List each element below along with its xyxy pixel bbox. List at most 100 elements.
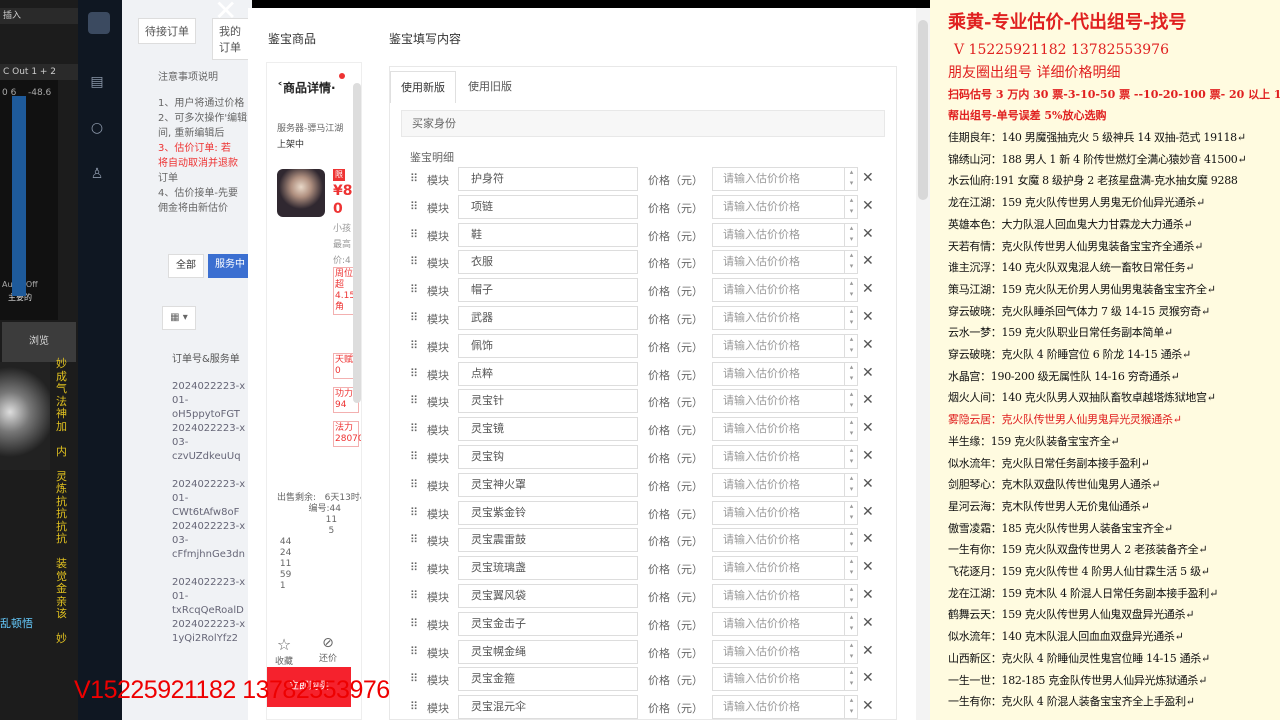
module-name-input[interactable]: 点粹 [458, 361, 638, 386]
price-input[interactable]: 请输入估价价格 [712, 667, 858, 692]
price-input[interactable]: 请输入估价价格 [712, 222, 858, 247]
price-stepper[interactable]: ▴ ▾ [844, 584, 858, 608]
tab-pending-orders[interactable]: 待接订单 [138, 18, 196, 44]
delete-icon[interactable]: ✕ [862, 253, 874, 269]
drag-handle-icon[interactable]: ⠿ [410, 367, 420, 381]
price-input[interactable]: 请输入估价价格 [712, 333, 858, 358]
delete-icon[interactable]: ✕ [862, 587, 874, 603]
drag-handle-icon[interactable]: ⠿ [410, 422, 420, 436]
module-name-input[interactable]: 灵宝镜 [458, 417, 638, 442]
price-stepper[interactable]: ▴ ▾ [844, 472, 858, 497]
delete-icon[interactable]: ✕ [862, 531, 874, 547]
price-stepper[interactable]: ▴ ▾ [844, 611, 858, 636]
buyer-identity-section[interactable]: 买家身份 [401, 110, 885, 137]
drag-handle-icon[interactable]: ⠿ [410, 617, 420, 631]
drag-handle-icon[interactable]: ⠿ [410, 394, 420, 408]
delete-icon[interactable]: ✕ [862, 420, 874, 436]
price-stepper[interactable]: ▴ ▾ [844, 167, 858, 191]
module-name-input[interactable]: 灵宝金击子 [458, 611, 638, 636]
price-input[interactable]: 请输入估价价格 [712, 500, 858, 525]
module-name-input[interactable]: 灵宝震雷鼓 [458, 528, 638, 553]
price-stepper[interactable]: ▴ ▾ [844, 445, 858, 469]
card-scrollbar[interactable] [353, 83, 361, 403]
price-stepper[interactable]: ▴ ▾ [844, 250, 858, 275]
price-input[interactable]: 请输入估价价格 [712, 306, 858, 330]
module-name-input[interactable]: 灵宝神火罩 [458, 472, 638, 497]
favorite-button[interactable]: ☆ 收藏 [275, 635, 293, 667]
price-stepper[interactable]: ▴ ▾ [844, 278, 858, 303]
delete-icon[interactable]: ✕ [862, 559, 874, 575]
drag-handle-icon[interactable]: ⠿ [410, 589, 420, 603]
price-input[interactable]: 请输入估价价格 [712, 695, 858, 720]
drag-handle-icon[interactable]: ⠿ [410, 645, 420, 659]
delete-icon[interactable]: ✕ [862, 392, 874, 408]
price-input[interactable]: 请输入估价价格 [712, 417, 858, 442]
tab-new-version[interactable]: 使用新版 [390, 71, 456, 103]
module-name-input[interactable]: 衣服 [458, 250, 638, 275]
drag-handle-icon[interactable]: ⠿ [410, 339, 420, 353]
price-stepper[interactable]: ▴ ▾ [844, 556, 858, 581]
module-name-input[interactable]: 灵宝紫金铃 [458, 500, 638, 525]
drag-handle-icon[interactable]: ⠿ [410, 200, 420, 214]
price-stepper[interactable]: ▴ ▾ [844, 333, 858, 358]
price-input[interactable]: 请输入估价价格 [712, 389, 858, 414]
fader-slider[interactable] [12, 96, 26, 296]
delete-icon[interactable]: ✕ [862, 281, 874, 297]
grid-view-dropdown[interactable]: ▦ ▾ [162, 306, 196, 330]
module-name-input[interactable]: 佩饰 [458, 333, 638, 358]
drag-handle-icon[interactable]: ⠿ [410, 533, 420, 547]
search-icon[interactable]: ○ [88, 120, 106, 138]
drag-handle-icon[interactable]: ⠿ [410, 506, 420, 520]
modal-scrollbar[interactable] [918, 20, 928, 200]
price-stepper[interactable]: ▴ ▾ [844, 361, 858, 386]
delete-icon[interactable]: ✕ [862, 309, 874, 325]
price-input[interactable]: 请输入估价价格 [712, 472, 858, 497]
insert-label[interactable]: 插入 [0, 8, 78, 24]
bargain-button[interactable]: ⊘ 还价 [319, 635, 337, 664]
delete-icon[interactable]: ✕ [862, 448, 874, 464]
price-stepper[interactable]: ▴ ▾ [844, 639, 858, 664]
module-name-input[interactable]: 灵宝钩 [458, 445, 638, 469]
price-input[interactable]: 请输入估价价格 [712, 611, 858, 636]
drag-handle-icon[interactable]: ⠿ [410, 672, 420, 686]
drag-handle-icon[interactable]: ⠿ [410, 172, 420, 186]
price-stepper[interactable]: ▴ ▾ [844, 306, 858, 330]
mixer-panel[interactable]: 0 6 -48.6 Auto: Off 主要的 [0, 80, 58, 320]
module-name-input[interactable]: 护身符 [458, 167, 638, 191]
price-input[interactable]: 请输入估价价格 [712, 584, 858, 608]
drag-handle-icon[interactable]: ⠿ [410, 283, 420, 297]
price-input[interactable]: 请输入估价价格 [712, 556, 858, 581]
module-name-input[interactable]: 帽子 [458, 278, 638, 303]
module-name-input[interactable]: 灵宝金箍 [458, 667, 638, 692]
price-stepper[interactable]: ▴ ▾ [844, 695, 858, 720]
delete-icon[interactable]: ✕ [862, 643, 874, 659]
delete-icon[interactable]: ✕ [862, 670, 874, 686]
drag-handle-icon[interactable]: ⠿ [410, 450, 420, 464]
module-name-input[interactable]: 项链 [458, 194, 638, 219]
price-stepper[interactable]: ▴ ▾ [844, 667, 858, 692]
drag-handle-icon[interactable]: ⠿ [410, 255, 420, 269]
price-stepper[interactable]: ▴ ▾ [844, 500, 858, 525]
price-stepper[interactable]: ▴ ▾ [844, 389, 858, 414]
delete-icon[interactable]: ✕ [862, 365, 874, 381]
delete-icon[interactable]: ✕ [862, 615, 874, 631]
module-name-input[interactable]: 灵宝混元伞 [458, 695, 638, 720]
delete-icon[interactable]: ✕ [862, 476, 874, 492]
drag-handle-icon[interactable]: ⠿ [410, 700, 420, 714]
price-input[interactable]: 请输入估价价格 [712, 639, 858, 664]
price-input[interactable]: 请输入估价价格 [712, 361, 858, 386]
price-stepper[interactable]: ▴ ▾ [844, 417, 858, 442]
price-stepper[interactable]: ▴ ▾ [844, 194, 858, 219]
delete-icon[interactable]: ✕ [862, 504, 874, 520]
module-name-input[interactable]: 灵宝幌金绳 [458, 639, 638, 664]
filter-in-service-button[interactable]: 服务中 [208, 254, 252, 278]
price-input[interactable]: 请输入估价价格 [712, 278, 858, 303]
drag-handle-icon[interactable]: ⠿ [410, 311, 420, 325]
filter-all-button[interactable]: 全部 [168, 254, 204, 278]
drag-handle-icon[interactable]: ⠿ [410, 478, 420, 492]
delete-icon[interactable]: ✕ [862, 198, 874, 214]
delete-icon[interactable]: ✕ [862, 170, 874, 186]
user-icon[interactable]: ♙ [88, 166, 106, 184]
price-input[interactable]: 请输入估价价格 [712, 445, 858, 469]
price-input[interactable]: 请输入估价价格 [712, 194, 858, 219]
